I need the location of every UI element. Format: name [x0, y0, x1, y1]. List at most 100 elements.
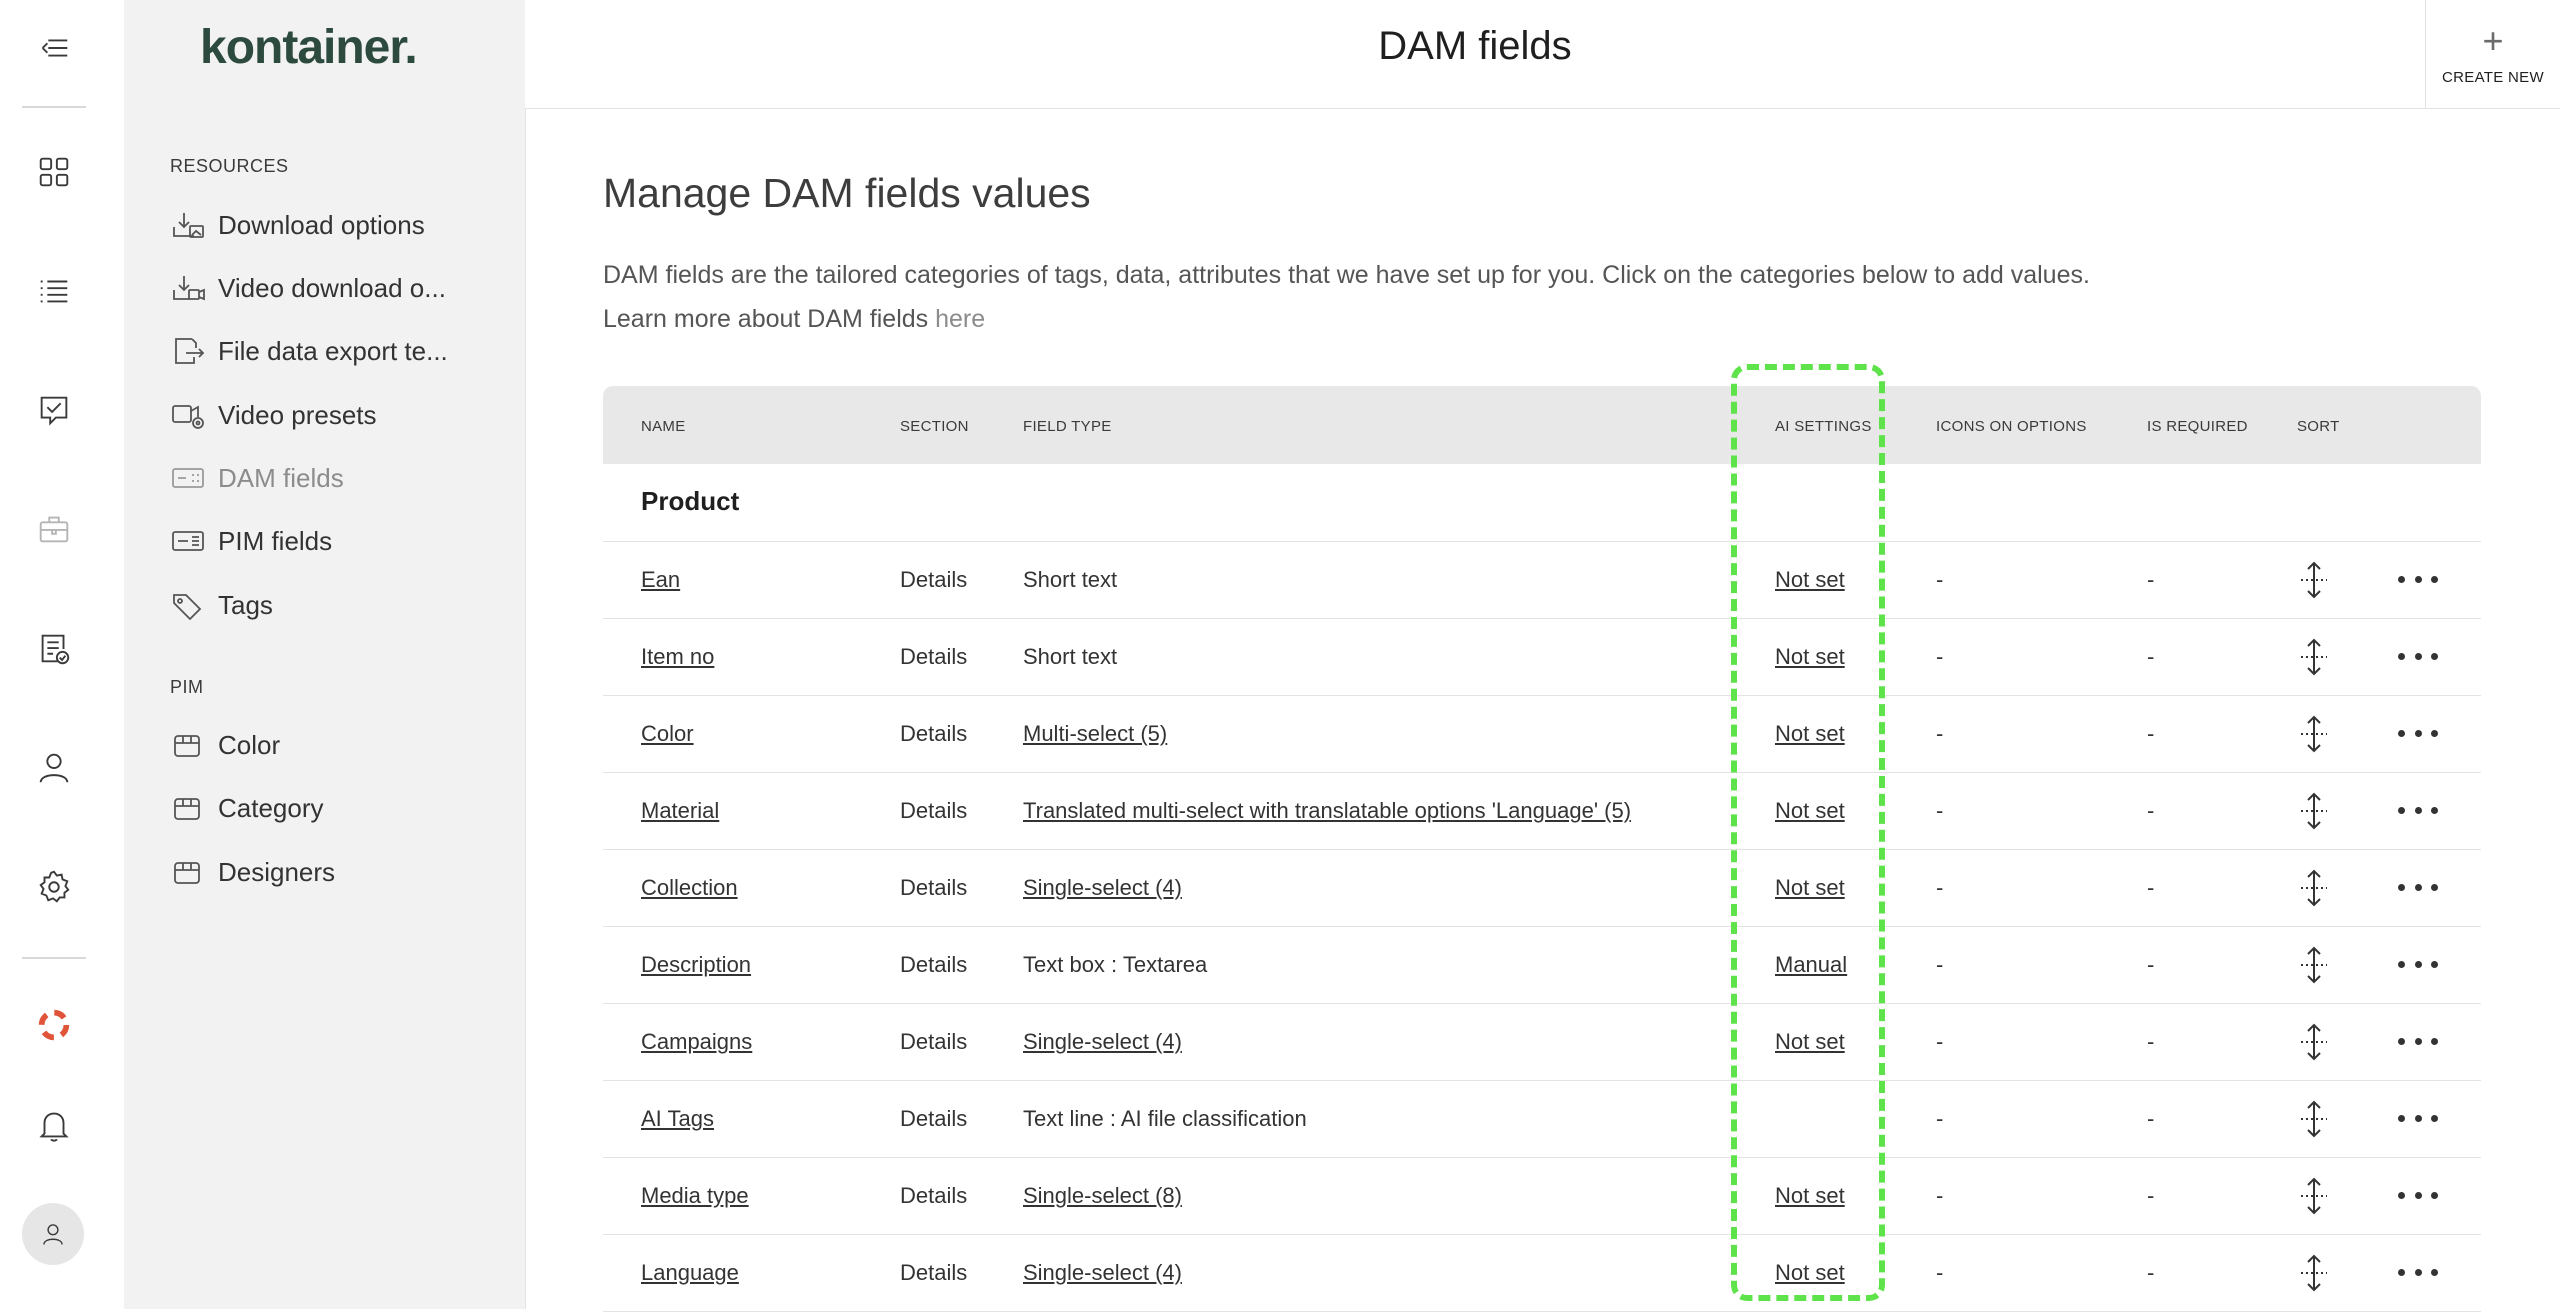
drag-sort-icon[interactable] — [2297, 714, 2331, 754]
field-section: Details — [900, 1183, 968, 1208]
sidebar-item-tags[interactable]: Tags — [170, 583, 273, 627]
box-icon — [174, 862, 200, 884]
field-type[interactable]: Single-select (4) — [1023, 875, 1182, 901]
learn-more-link[interactable]: here — [935, 305, 985, 333]
more-options-icon[interactable] — [2398, 564, 2438, 594]
field-type[interactable]: Translated multi-select with translatabl… — [1023, 798, 1631, 824]
more-options-icon[interactable] — [2398, 1026, 2438, 1056]
icons-on-options-value: - — [1936, 952, 1944, 977]
field-name-link[interactable]: Material — [641, 798, 719, 824]
table-body: Ean Details Short text Not set - - Item no Deta… — [603, 542, 2481, 1312]
column-header-ai-settings[interactable]: AI SETTINGS — [1775, 418, 1872, 435]
download-video-icon — [173, 276, 205, 301]
ai-settings-link[interactable]: Not set — [1775, 721, 1845, 747]
drag-sort-icon[interactable] — [2297, 945, 2331, 985]
field-section: Details — [900, 798, 968, 823]
field-section: Details — [900, 1106, 968, 1131]
more-options-icon[interactable] — [2398, 1257, 2438, 1287]
icons-on-options-value: - — [1936, 1183, 1944, 1208]
sidebar-item-video-presets[interactable]: Video presets — [170, 393, 377, 437]
field-type[interactable]: Single-select (4) — [1023, 1029, 1182, 1055]
ai-settings-link[interactable]: Not set — [1775, 1029, 1845, 1055]
field-section: Details — [900, 875, 968, 900]
sidebar-item-dam-fields[interactable]: DAM fields — [170, 456, 344, 500]
tasks-icon[interactable] — [22, 378, 86, 442]
ai-settings-link[interactable]: Not set — [1775, 798, 1845, 824]
dam-fields-icon — [172, 468, 204, 488]
report-icon[interactable] — [22, 617, 86, 681]
field-type[interactable]: Single-select (4) — [1023, 1260, 1182, 1286]
more-options-icon[interactable] — [2398, 949, 2438, 979]
sidebar-item-file-data-export[interactable]: File data export te... — [170, 329, 448, 373]
collapse-menu-icon[interactable] — [22, 16, 86, 80]
kontainer-logo: kontainer. — [200, 21, 418, 74]
drag-sort-icon[interactable] — [2297, 1253, 2331, 1293]
column-header-sort[interactable]: SORT — [2297, 418, 2340, 435]
more-options-icon[interactable] — [2398, 795, 2438, 825]
drag-sort-icon[interactable] — [2297, 791, 2331, 831]
field-section: Details — [900, 644, 968, 669]
list-icon[interactable] — [22, 259, 86, 323]
field-name-link[interactable]: Collection — [641, 875, 738, 901]
icons-on-options-value: - — [1936, 1260, 1944, 1285]
sidebar-item-pim-fields[interactable]: PIM fields — [170, 519, 332, 563]
ai-settings-link[interactable]: Not set — [1775, 644, 1845, 670]
sidebar-item-designers[interactable]: Designers — [170, 850, 335, 894]
field-section: Details — [900, 1029, 968, 1054]
more-options-icon[interactable] — [2398, 641, 2438, 671]
drag-sort-icon[interactable] — [2297, 1099, 2331, 1139]
create-new-button[interactable]: + CREATE NEW — [2425, 0, 2560, 108]
ai-settings-link[interactable]: Manual — [1775, 952, 1847, 978]
sidebar-item-download-options[interactable]: Download options — [170, 203, 425, 247]
grid-icon[interactable] — [22, 140, 86, 204]
sidebar-item-color[interactable]: Color — [170, 723, 280, 767]
user-icon[interactable] — [22, 736, 86, 800]
field-type[interactable]: Multi-select (5) — [1023, 721, 1167, 747]
column-header-name[interactable]: NAME — [641, 418, 686, 435]
more-options-icon[interactable] — [2398, 1103, 2438, 1133]
sidebar-item-label: Tags — [218, 589, 273, 620]
sidebar-item-video-download-options[interactable]: Video download o... — [170, 266, 446, 310]
drag-sort-icon[interactable] — [2297, 637, 2331, 677]
icons-on-options-value: - — [1936, 1029, 1944, 1054]
help-lifebuoy-icon[interactable] — [22, 993, 86, 1057]
bell-icon[interactable] — [22, 1093, 86, 1157]
drag-sort-icon[interactable] — [2297, 868, 2331, 908]
table-row: Media type Details Single-select (8) Not se… — [603, 1158, 2481, 1235]
field-name-link[interactable]: Ean — [641, 567, 680, 593]
field-name-link[interactable]: Color — [641, 721, 694, 747]
sidebar-item-category[interactable]: Category — [170, 786, 324, 830]
drag-sort-icon[interactable] — [2297, 1176, 2331, 1216]
avatar[interactable] — [22, 1203, 84, 1265]
field-name-link[interactable]: Campaigns — [641, 1029, 752, 1055]
drag-sort-icon[interactable] — [2297, 1022, 2331, 1062]
ai-settings-link[interactable]: Not set — [1775, 875, 1845, 901]
is-required-value: - — [2147, 644, 2155, 669]
table-header: NAME SECTION FIELD TYPE AI SETTINGS ICON… — [603, 386, 2481, 464]
briefcase-icon[interactable] — [22, 497, 86, 561]
column-header-field-type[interactable]: FIELD TYPE — [1023, 418, 1112, 435]
column-header-icons-on-options[interactable]: ICONS ON OPTIONS — [1936, 418, 2087, 435]
field-name-link[interactable]: Media type — [641, 1183, 749, 1209]
more-options-icon[interactable] — [2398, 872, 2438, 902]
more-options-icon[interactable] — [2398, 1180, 2438, 1210]
ai-settings-link[interactable]: Not set — [1775, 567, 1845, 593]
rail-divider — [22, 957, 86, 959]
gear-icon[interactable] — [22, 855, 86, 919]
field-name-link[interactable]: Language — [641, 1260, 739, 1286]
drag-sort-icon[interactable] — [2297, 560, 2331, 600]
column-header-section[interactable]: SECTION — [900, 418, 969, 435]
field-name-link[interactable]: Item no — [641, 644, 714, 670]
is-required-value: - — [2147, 952, 2155, 977]
is-required-value: - — [2147, 875, 2155, 900]
more-options-icon[interactable] — [2398, 718, 2438, 748]
field-name-link[interactable]: Description — [641, 952, 751, 978]
description: DAM fields are the tailored categories o… — [603, 253, 2503, 341]
field-name-link[interactable]: AI Tags — [641, 1106, 714, 1132]
field-type[interactable]: Single-select (8) — [1023, 1183, 1182, 1209]
ai-settings-link[interactable]: Not set — [1775, 1183, 1845, 1209]
ai-settings-link[interactable]: Not set — [1775, 1260, 1845, 1286]
column-header-is-required[interactable]: IS REQUIRED — [2147, 418, 2248, 435]
learn-more-line: Learn more about DAM fields here — [603, 297, 2503, 341]
download-image-icon — [173, 213, 204, 238]
